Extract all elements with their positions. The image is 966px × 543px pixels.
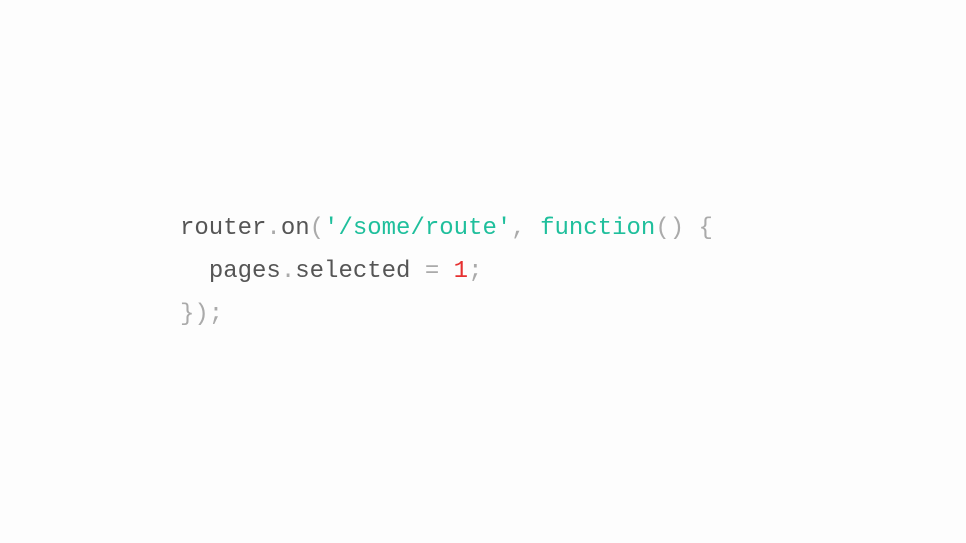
token-function-keyword: function — [540, 215, 655, 242]
code-line-2: pages.selected = 1; — [180, 258, 482, 285]
token-paren-open: ( — [310, 215, 324, 242]
token-pages: pages — [209, 258, 281, 285]
token-dot: . — [281, 258, 295, 285]
token-dot: . — [266, 215, 280, 242]
token-indent — [180, 258, 209, 285]
token-close: }); — [180, 301, 223, 328]
token-selected: selected — [295, 258, 410, 285]
code-snippet: router.on('/some/route', function() { pa… — [180, 207, 713, 337]
token-on: on — [281, 215, 310, 242]
token-router: router — [180, 215, 266, 242]
code-line-1: router.on('/some/route', function() { — [180, 215, 713, 242]
code-line-3: }); — [180, 301, 223, 328]
token-equals: = — [410, 258, 453, 285]
token-number: 1 — [454, 258, 468, 285]
token-comma: , — [511, 215, 540, 242]
token-parens: () — [655, 215, 684, 242]
token-semicolon: ; — [468, 258, 482, 285]
token-brace-open: { — [684, 215, 713, 242]
token-route-string: '/some/route' — [324, 215, 511, 242]
